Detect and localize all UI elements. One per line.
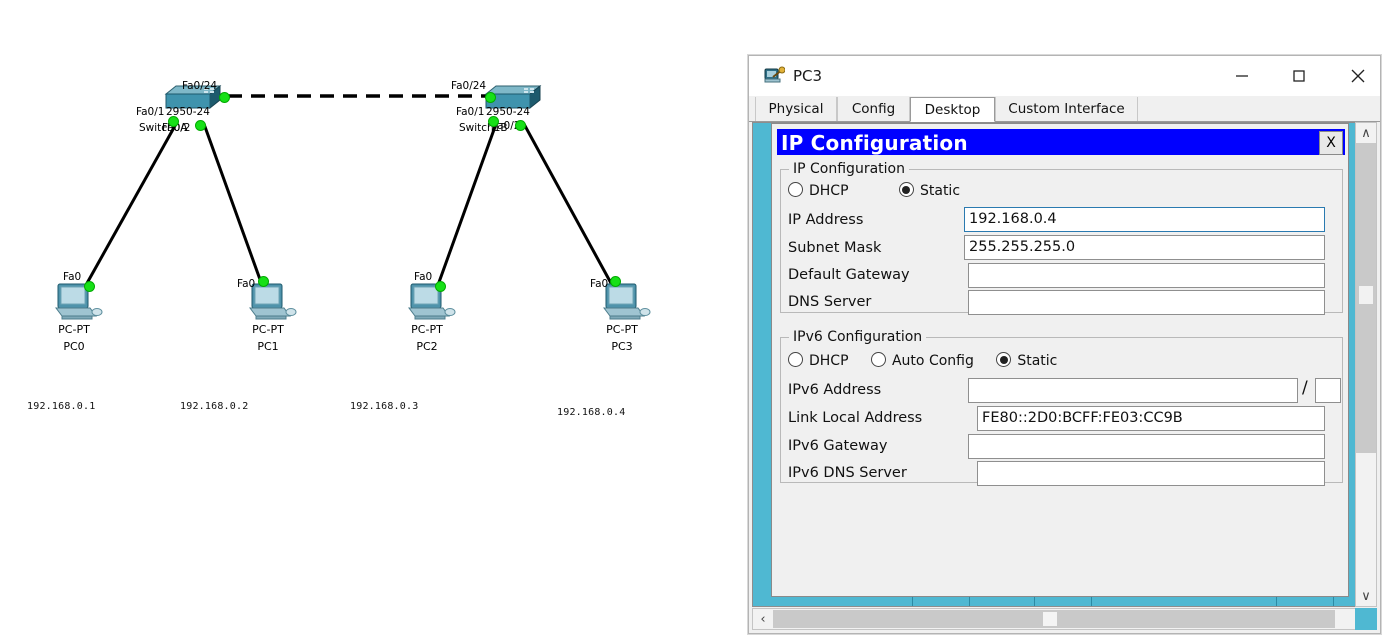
device-name-pc0: PC0 xyxy=(63,340,85,353)
port-label-sw0-fa0-1: Fa0/1 xyxy=(136,106,165,118)
port-label-pc3: Fa0 xyxy=(590,278,609,290)
model-label-pc0: PC-PT xyxy=(58,323,90,336)
ip-annotation-pc2: 192.168.0.3 xyxy=(350,401,419,412)
ipv6-auto-config-radio[interactable]: Auto Config xyxy=(870,352,996,369)
scrollbar-corner xyxy=(1355,608,1377,630)
ipv6-address-input[interactable] xyxy=(968,378,1298,403)
ip-config-close-button[interactable]: X xyxy=(1319,131,1343,155)
ipv6-gateway-input[interactable] xyxy=(968,434,1325,459)
device-pc-icon xyxy=(763,66,786,86)
horizontal-scroll-thumb[interactable] xyxy=(1043,612,1057,626)
scroll-down-icon[interactable]: ∨ xyxy=(1356,586,1376,606)
tab-bar[interactable]: Physical Config Desktop Custom Interface xyxy=(749,96,1380,122)
horizontal-scrollbar[interactable]: ‹ › xyxy=(752,608,1377,630)
link-status-dot xyxy=(515,120,526,131)
ipv6-dhcp-radio[interactable]: DHCP xyxy=(788,352,871,369)
vertical-scrollbar[interactable]: ∧ ∨ xyxy=(1355,122,1377,607)
ipv4-group-legend: IP Configuration xyxy=(793,161,905,177)
ip-address-input[interactable]: 192.168.0.4 xyxy=(964,207,1325,232)
model-label-pc1: PC-PT xyxy=(252,323,284,336)
link-status-dot xyxy=(485,92,496,103)
default-gateway-input[interactable] xyxy=(968,263,1325,288)
device-name-pc2: PC2 xyxy=(416,340,438,353)
port-label-pc0: Fa0 xyxy=(63,271,82,283)
ipv4-static-radio[interactable]: Static xyxy=(898,182,978,199)
ip-annotation-pc1: 192.168.0.2 xyxy=(180,401,249,412)
device-pc2[interactable] xyxy=(405,280,457,328)
scroll-thumb-grip xyxy=(1359,286,1373,304)
model-label-pc2: PC-PT xyxy=(411,323,443,336)
tab-config[interactable]: Config xyxy=(837,97,910,121)
link-status-dot xyxy=(168,116,179,127)
minimize-icon[interactable] xyxy=(1219,56,1265,96)
ipv6-dns-server-label: IPv6 DNS Server xyxy=(788,465,907,481)
ip-annotation-pc0: 192.168.0.1 xyxy=(27,401,96,412)
device-pc0[interactable] xyxy=(52,280,104,328)
link-status-dot xyxy=(258,276,269,287)
link-local-address-label: Link Local Address xyxy=(788,410,923,426)
ipv6-group-legend: IPv6 Configuration xyxy=(793,329,923,345)
ip-config-title-bar[interactable]: IP Configuration X xyxy=(777,129,1345,155)
port-label-pc2: Fa0 xyxy=(414,271,433,283)
ip-address-label: IP Address xyxy=(788,212,864,228)
default-gateway-label: Default Gateway xyxy=(788,267,910,283)
device-window-pc3[interactable]: PC3 Physical Config Desktop Custom Inter… xyxy=(748,55,1381,634)
dns-server-label: DNS Server xyxy=(788,294,872,310)
subnet-mask-input[interactable]: 255.255.255.0 xyxy=(964,235,1325,260)
window-title: PC3 xyxy=(793,67,823,85)
ip-config-title-text: IP Configuration xyxy=(781,131,968,155)
ipv6-static-radio[interactable]: Static xyxy=(996,352,1075,369)
port-label-pc1: Fa0 xyxy=(237,278,256,290)
tab-custom-interface[interactable]: Custom Interface xyxy=(995,97,1138,121)
ipv4-dhcp-radio[interactable]: DHCP xyxy=(788,182,871,199)
network-topology-canvas[interactable]: Fa0/24 2950-24 Switch0A Fa0/1 Fa0/2 Fa0/… xyxy=(0,0,740,641)
ip-configuration-dialog[interactable]: IP Configuration X IP Configuration DHCP… xyxy=(771,123,1349,597)
radio-circle-icon xyxy=(996,352,1012,367)
device-name-pc3: PC3 xyxy=(611,340,633,353)
horizontal-scroll-track[interactable] xyxy=(773,610,1335,628)
vertical-scroll-thumb[interactable] xyxy=(1356,143,1376,453)
radio-circle-icon xyxy=(788,182,803,197)
maximize-icon[interactable] xyxy=(1276,56,1322,96)
ipv6-prefix-length-input[interactable] xyxy=(1315,378,1341,403)
ipv4-mode-radios[interactable]: DHCP Static xyxy=(788,182,978,199)
scroll-left-icon[interactable]: ‹ xyxy=(753,609,773,629)
port-label-sw0-fa0-24: Fa0/24 xyxy=(182,80,218,92)
radio-circle-icon xyxy=(788,352,803,367)
link-status-dot xyxy=(219,92,230,103)
ipv6-prefix-separator: / xyxy=(1302,378,1308,398)
port-label-sw1-fa0-24: Fa0/24 xyxy=(451,80,487,92)
radio-circle-icon xyxy=(870,352,886,367)
link-status-dot xyxy=(610,276,621,287)
ipv6-mode-radios[interactable]: DHCP Auto Config Static xyxy=(788,352,1075,369)
link-status-dot xyxy=(435,281,446,292)
ip-annotation-pc3: 192.168.0.4 xyxy=(557,407,626,418)
tab-desktop[interactable]: Desktop xyxy=(910,97,995,122)
model-label-pc3: PC-PT xyxy=(606,323,638,336)
port-label-sw1-fa0-1: Fa0/1 xyxy=(456,106,485,118)
desktop-panel[interactable]: Dialer Editor Firewall to IP Configur xyxy=(752,122,1377,607)
ipv6-dns-server-input[interactable] xyxy=(977,461,1325,486)
link-status-dot xyxy=(84,281,95,292)
scroll-up-icon[interactable]: ∧ xyxy=(1356,123,1376,143)
link-status-dot xyxy=(195,120,206,131)
window-titlebar[interactable]: PC3 xyxy=(749,56,1380,96)
subnet-mask-label: Subnet Mask xyxy=(788,240,882,256)
radio-circle-icon xyxy=(898,182,914,197)
ipv6-gateway-label: IPv6 Gateway xyxy=(788,438,888,454)
dns-server-input[interactable] xyxy=(968,290,1325,315)
device-name-pc1: PC1 xyxy=(257,340,279,353)
tab-physical[interactable]: Physical xyxy=(755,97,837,121)
ipv6-address-label: IPv6 Address xyxy=(788,382,882,398)
close-icon[interactable] xyxy=(1335,56,1381,96)
link-status-dot xyxy=(488,116,499,127)
link-local-address-input[interactable]: FE80::2D0:BCFF:FE03:CC9B xyxy=(977,406,1325,431)
